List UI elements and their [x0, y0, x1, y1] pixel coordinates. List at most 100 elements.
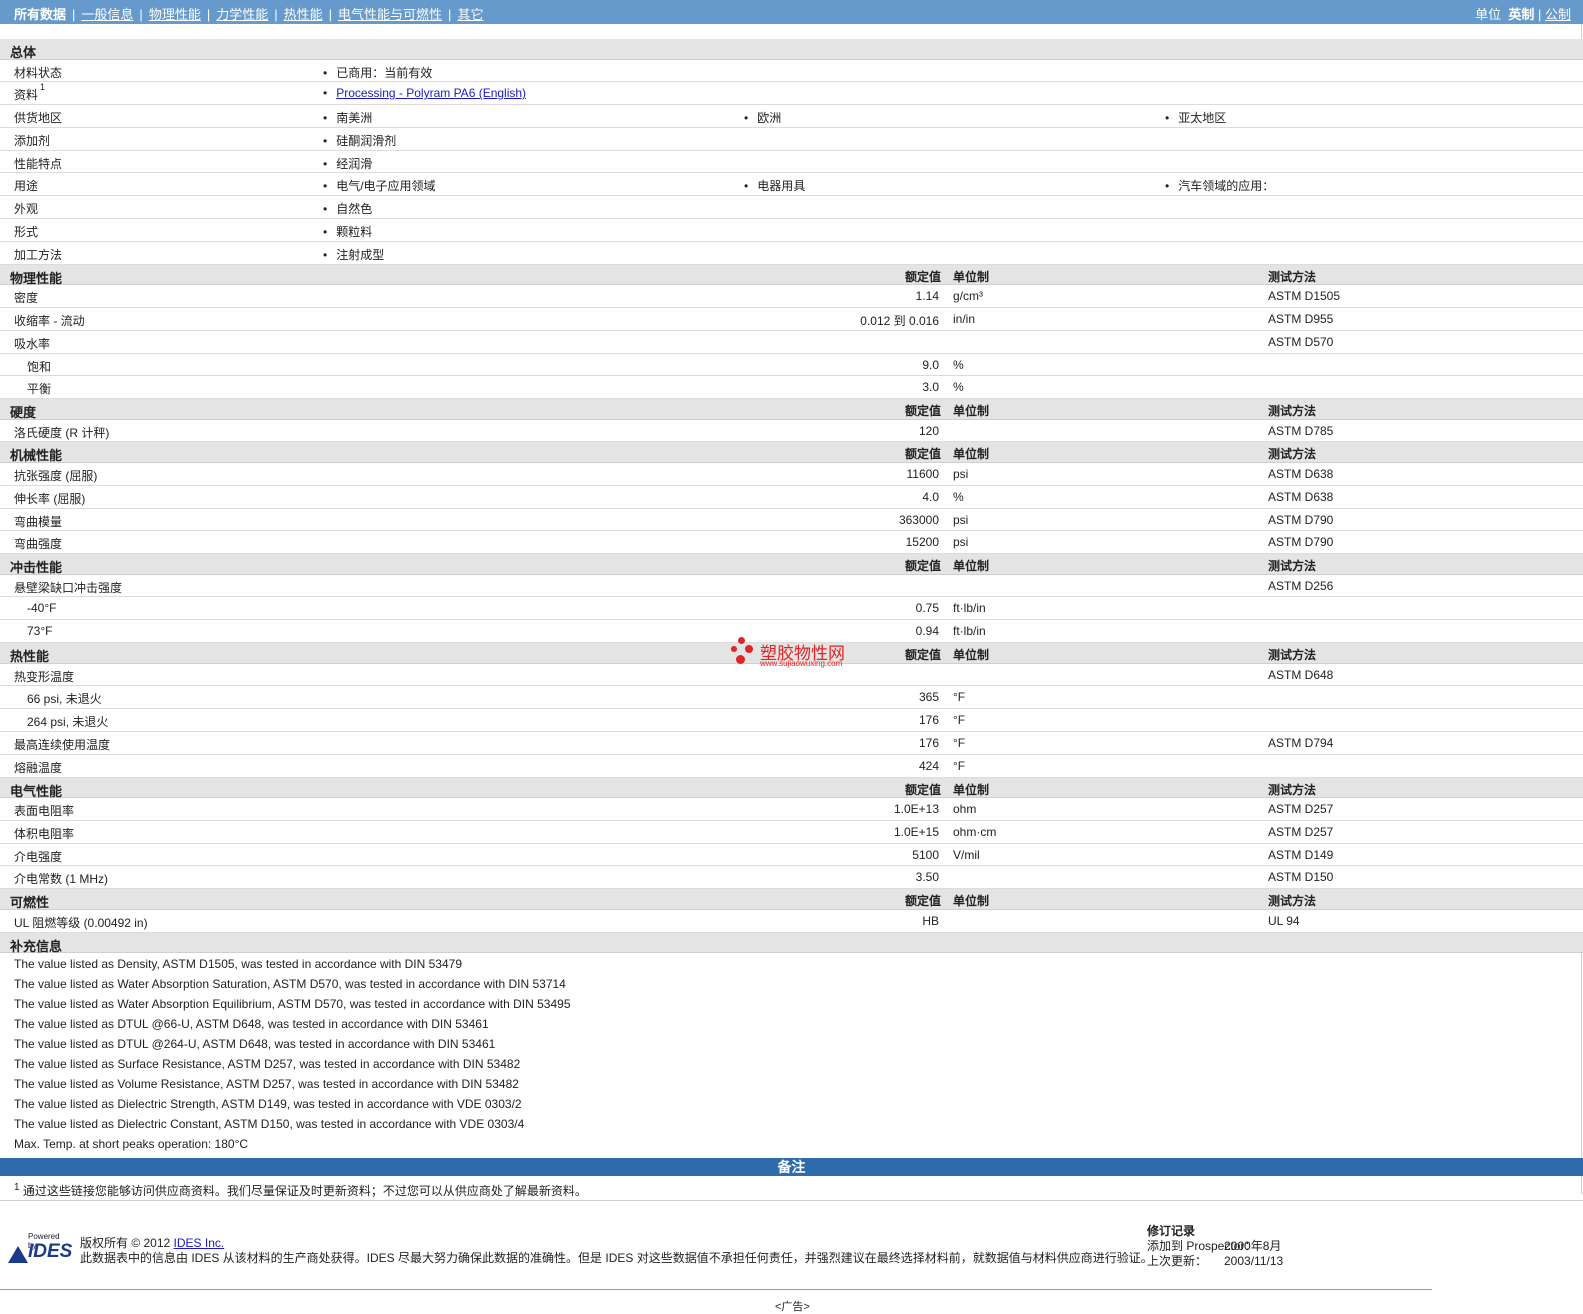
property-row: 悬壁梁缺口冲击强度 ASTM D256 — [0, 574, 1583, 598]
watermark-dot-icon — [745, 645, 753, 653]
property-label: 弯曲模量 — [14, 514, 63, 529]
property-value: 4.0 — [922, 489, 939, 504]
property-label: 最高连续使用温度 — [14, 737, 111, 752]
property-value: 120 — [918, 423, 939, 438]
column-header-value: 额定值 — [905, 404, 942, 419]
property-value: 424 — [918, 758, 939, 773]
column-header-unit: 单位制 — [953, 894, 990, 909]
property-label: 用途 — [14, 179, 39, 194]
tab-separator: | — [206, 7, 211, 22]
property-test-method: ASTM D790 — [1268, 535, 1334, 550]
property-test-method: ASTM D790 — [1268, 512, 1334, 527]
property-test-method: ASTM D570 — [1268, 334, 1334, 349]
supplement-note: The value listed as Dielectric Constant,… — [0, 1113, 1583, 1133]
column-header-test: 测试方法 — [1268, 269, 1317, 284]
tab-mechanical[interactable]: 力学性能 — [216, 7, 268, 22]
property-unit: °F — [953, 690, 966, 705]
property-row: 洛氏硬度 (R 计秤) 120 ASTM D785 — [0, 419, 1583, 443]
property-unit: in/in — [953, 311, 976, 326]
property-label: 伸长率 (屈服) — [14, 491, 86, 506]
property-value: 176 — [918, 735, 939, 750]
general-value: 硅酮润滑剂 — [323, 132, 396, 149]
general-value: 电器用具 — [744, 177, 805, 194]
property-label: UL 阻燃等级 (0.00492 in) — [14, 915, 148, 930]
property-label: 264 psi, 未退火 — [27, 715, 109, 730]
updated-value: 2003/11/13 — [1224, 1254, 1284, 1268]
property-row: 收缩率 - 流动 0.012 到 0.016 in/in ASTM D955 — [0, 307, 1583, 331]
supplement-note: The value listed as Volume Resistance, A… — [0, 1073, 1583, 1093]
general-value: 已商用：当前有效 — [323, 64, 432, 81]
property-label: 材料状态 — [14, 65, 63, 80]
supplement-note-text: The value listed as DTUL @66-U, ASTM D64… — [14, 1017, 489, 1031]
supplement-note: The value listed as Dielectric Strength,… — [0, 1093, 1583, 1113]
tab-other[interactable]: 其它 — [457, 7, 483, 22]
property-value: 0.75 — [915, 601, 939, 616]
column-header-test: 测试方法 — [1268, 559, 1317, 574]
property-value: 3.50 — [915, 870, 939, 885]
property-row: 66 psi, 未退火 365 °F — [0, 686, 1583, 710]
units-separator: | — [1537, 7, 1542, 22]
section-header: 机械性能 额定值 单位制 测试方法 — [0, 442, 1583, 463]
property-test-method: ASTM D638 — [1268, 466, 1334, 481]
section-header-general: 总体 — [0, 39, 1583, 60]
property-unit: ft·lb/in — [953, 601, 986, 616]
notes-header: 备注 — [0, 1158, 1583, 1176]
column-header-unit: 单位制 — [953, 648, 990, 663]
property-label: 洛氏硬度 (R 计秤) — [14, 425, 110, 440]
watermark: 塑胶物性网 www.sujiaowuxing.com — [731, 637, 872, 673]
section-title: 总体 — [10, 45, 37, 60]
property-row: 伸长率 (屈服) 4.0% ASTM D638 — [0, 485, 1583, 509]
property-value: 5100 — [912, 847, 939, 862]
property-row: 体积电阻率 1.0E+15 ohm·cm ASTM D257 — [0, 820, 1583, 844]
tab-thermal[interactable]: 热性能 — [284, 7, 323, 22]
property-row: 熔融温度 424 °F — [0, 754, 1583, 778]
property-value: 1.0E+13 — [893, 802, 939, 817]
general-value-text: 欧洲 — [757, 111, 782, 126]
general-value: 电气/电子应用领域 — [323, 177, 436, 194]
category-tabs: 所有数据 | 一般信息 | 物理性能 | 力学性能 | 热性能 | 电气性能与可燃性 | 其它 — [14, 4, 483, 23]
property-label: 熔融温度 — [14, 760, 63, 775]
property-value: 0.012 到 0.016 — [860, 313, 939, 328]
supplier-doc-link[interactable]: Processing - Polyram PA6 (English) — [336, 86, 526, 100]
general-value-text: 亚太地区 — [1178, 111, 1227, 126]
property-label: 外观 — [14, 202, 39, 217]
property-row: 最高连续使用温度 176 °F ASTM D794 — [0, 731, 1583, 755]
footnote-ref[interactable]: 1 — [40, 82, 45, 92]
property-unit: g/cm³ — [953, 289, 983, 304]
logo-text: IDES — [28, 1241, 73, 1262]
supplement-note: The value listed as Density, ASTM D1505,… — [0, 953, 1583, 973]
column-header-unit: 单位制 — [953, 404, 990, 419]
column-header-value: 额定值 — [905, 894, 942, 909]
property-label: 平衡 — [27, 382, 52, 397]
property-label: 收缩率 - 流动 — [14, 313, 85, 328]
section-header: 冲击性能 额定值 单位制 测试方法 — [0, 554, 1583, 575]
section-title: 可燃性 — [10, 895, 50, 911]
general-row: 添加剂 硅酮润滑剂 — [0, 127, 1583, 151]
property-test-method: ASTM D648 — [1268, 667, 1334, 682]
property-test-method: ASTM D785 — [1268, 423, 1334, 438]
property-row: 介电强度 5100 V/mil ASTM D149 — [0, 843, 1583, 867]
tab-general-info[interactable]: 一般信息 — [81, 7, 133, 22]
section-title: 电气性能 — [10, 783, 63, 799]
tab-all-data[interactable]: 所有数据 — [14, 7, 66, 22]
ides-logo-icon — [8, 1246, 28, 1263]
property-value: 15200 — [905, 535, 939, 550]
units-metric[interactable]: 公制 — [1545, 7, 1571, 22]
supplement-note: The value listed as Water Absorption Equ… — [0, 993, 1583, 1013]
property-value: 365 — [918, 690, 939, 705]
units-english[interactable]: 英制 — [1508, 7, 1534, 22]
tab-physical[interactable]: 物理性能 — [149, 7, 201, 22]
column-header-test: 测试方法 — [1268, 648, 1317, 663]
section-title: 机械性能 — [10, 448, 63, 464]
ides-link[interactable]: IDES Inc. — [174, 1236, 225, 1250]
footnote: 1 通过这些链接您能够访问供应商资料。我们尽量保证及时更新资料；不过您可以从供应… — [14, 1182, 587, 1199]
property-row: 抗张强度 (屈服) 11600 psi ASTM D638 — [0, 462, 1583, 486]
ad-placeholder: <广告> — [775, 1301, 810, 1313]
property-row: 弯曲强度 15200 psi ASTM D790 — [0, 531, 1583, 555]
general-value-text: 电气/电子应用领域 — [336, 179, 436, 194]
general-value: 注射成型 — [323, 246, 384, 263]
property-label-sup-wrap: 1 — [40, 82, 45, 98]
tab-electrical-flammability[interactable]: 电气性能与可燃性 — [338, 7, 442, 22]
supplement-note: The value listed as Water Absorption Sat… — [0, 973, 1583, 993]
property-row: 介电常数 (1 MHz) 3.50 ASTM D150 — [0, 866, 1583, 890]
